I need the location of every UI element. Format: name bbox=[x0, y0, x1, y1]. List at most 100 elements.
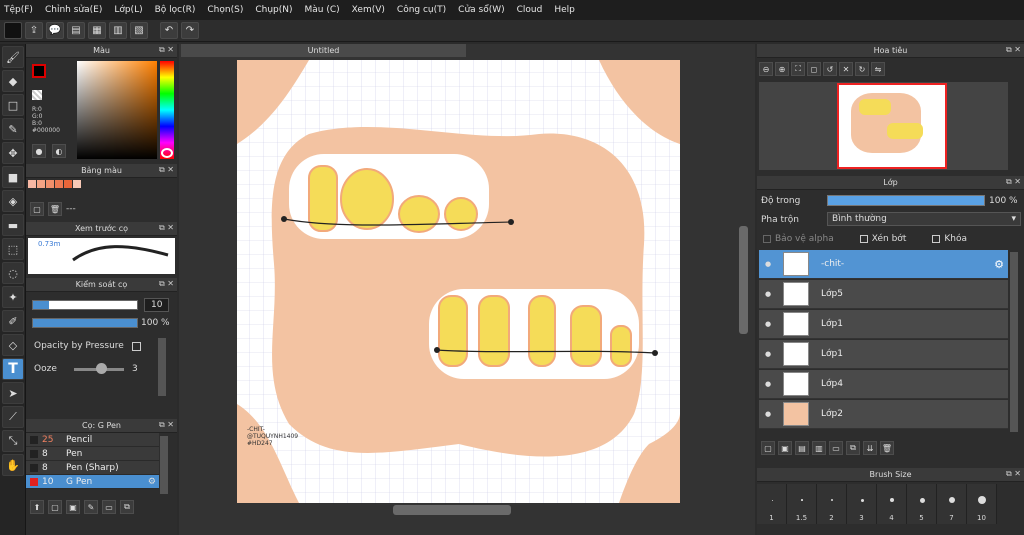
new-layer-8bit-icon[interactable]: ▣ bbox=[778, 441, 792, 455]
brush-list-scrollbar[interactable] bbox=[160, 436, 168, 494]
brush-add-icon[interactable]: ⬆ bbox=[30, 500, 44, 514]
palette-swatch[interactable] bbox=[55, 180, 63, 188]
menu-item[interactable]: Xem(V) bbox=[352, 5, 385, 15]
visibility-icon[interactable]: ● bbox=[759, 380, 777, 388]
menu-item[interactable]: Chọn(S) bbox=[207, 5, 243, 15]
ooze-slider-handle[interactable] bbox=[96, 363, 107, 374]
text-tool-icon[interactable]: T bbox=[2, 358, 24, 380]
swap-color-icon[interactable]: ● bbox=[32, 144, 46, 158]
brush-opacity-slider[interactable] bbox=[32, 318, 138, 328]
layer-row[interactable]: ● Lớp2 bbox=[759, 400, 1008, 429]
palette-swatch[interactable] bbox=[64, 180, 72, 188]
new-layer-icon[interactable]: ▢ bbox=[761, 441, 775, 455]
note-icon[interactable]: ▤ bbox=[67, 22, 85, 39]
reset-color-icon[interactable]: ◐ bbox=[52, 144, 66, 158]
select-pen-tool-icon[interactable]: ✐ bbox=[2, 310, 24, 332]
fit-icon[interactable]: ⛶ bbox=[791, 62, 805, 76]
shape-tool-icon[interactable]: □ bbox=[2, 94, 24, 116]
brush-list-item[interactable]: 10 G Pen ⚙ bbox=[26, 475, 159, 489]
new-palette-icon[interactable]: ▢ bbox=[30, 202, 44, 216]
comment-icon[interactable]: 💬 bbox=[46, 22, 64, 39]
navigator-preview[interactable] bbox=[759, 82, 1008, 170]
lasso-tool-icon[interactable]: ◌ bbox=[2, 262, 24, 284]
visibility-icon[interactable]: ● bbox=[759, 320, 777, 328]
layer-row[interactable]: ● -chit- ⚙ bbox=[759, 250, 1008, 279]
brush-size-option[interactable]: 1 bbox=[757, 484, 787, 524]
panel-close-icon[interactable]: ⧉ ✕ bbox=[1006, 469, 1021, 479]
brush-list-item[interactable]: 25 Pencil bbox=[26, 433, 159, 447]
brush-edit-icon[interactable]: ✎ bbox=[84, 500, 98, 514]
protect-alpha-option[interactable]: Bảo vệ alpha bbox=[763, 234, 834, 244]
divide-tool-icon[interactable]: ⟋ bbox=[2, 406, 24, 428]
eyedropper-tool-icon[interactable]: ⤡ bbox=[2, 430, 24, 452]
rotate-left-icon[interactable]: ↺ bbox=[823, 62, 837, 76]
redo-icon[interactable]: ↷ bbox=[181, 22, 199, 39]
saturation-value-square[interactable] bbox=[77, 61, 157, 159]
share-icon[interactable]: ⇪ bbox=[25, 22, 43, 39]
menu-item[interactable]: Tệp(F) bbox=[4, 5, 33, 15]
gradient-tool-icon[interactable]: ▬ bbox=[2, 214, 24, 236]
visibility-icon[interactable]: ● bbox=[759, 260, 777, 268]
pen-tool-icon[interactable]: ✎ bbox=[2, 118, 24, 140]
brush-size-option[interactable]: 1.5 bbox=[787, 484, 817, 524]
brush-copy-icon[interactable]: ▣ bbox=[66, 500, 80, 514]
fill-rect-tool-icon[interactable]: ■ bbox=[2, 166, 24, 188]
brush-size-value[interactable]: 10 bbox=[144, 298, 170, 312]
snap-icon[interactable]: ▥ bbox=[109, 22, 127, 39]
visibility-icon[interactable]: ● bbox=[759, 290, 777, 298]
brush-size-option[interactable]: 4 bbox=[877, 484, 907, 524]
add-image-icon[interactable]: ▥ bbox=[812, 441, 826, 455]
layer-opacity-slider[interactable] bbox=[827, 195, 985, 206]
operation-tool-icon[interactable]: ➤ bbox=[2, 382, 24, 404]
palette-swatch[interactable] bbox=[37, 180, 45, 188]
undo-icon[interactable]: ↶ bbox=[160, 22, 178, 39]
eraser-tool-icon[interactable]: ◆ bbox=[2, 70, 24, 92]
delete-palette-icon[interactable]: 🗑 bbox=[48, 202, 62, 216]
panel-close-icon[interactable]: ⧉ ✕ bbox=[1006, 45, 1021, 55]
brush-duplicate-icon[interactable]: ⧉ bbox=[120, 500, 134, 514]
brush-list-item[interactable]: 8 Pen (Sharp) bbox=[26, 461, 159, 475]
drawing-canvas[interactable] bbox=[179, 44, 755, 535]
layer-row[interactable]: ● Lớp1 bbox=[759, 340, 1008, 369]
brush-control-scrollbar[interactable] bbox=[158, 338, 166, 396]
zoom-in-icon[interactable]: ⊕ bbox=[775, 62, 789, 76]
layer-row[interactable]: ● Lớp5 bbox=[759, 280, 1008, 309]
transparent-color[interactable] bbox=[32, 90, 42, 100]
brush-new-icon[interactable]: ▢ bbox=[48, 500, 62, 514]
select-eraser-tool-icon[interactable]: ◇ bbox=[2, 334, 24, 356]
panel-close-icon[interactable]: ⧉ ✕ bbox=[159, 165, 174, 175]
layer-row[interactable]: ● Lớp1 bbox=[759, 310, 1008, 339]
brush-size-option[interactable]: 5 bbox=[907, 484, 937, 524]
menu-item[interactable]: Bộ lọc(R) bbox=[155, 5, 196, 15]
panel-close-icon[interactable]: ⧉ ✕ bbox=[159, 45, 174, 55]
menu-item[interactable]: Màu (C) bbox=[305, 5, 340, 15]
move-tool-icon[interactable]: ✥ bbox=[2, 142, 24, 164]
filter-icon[interactable]: ▧ bbox=[130, 22, 148, 39]
brush-size-slider[interactable] bbox=[32, 300, 138, 310]
panel-close-icon[interactable]: ⧉ ✕ bbox=[159, 279, 174, 289]
panel-close-icon[interactable]: ⧉ ✕ bbox=[159, 223, 174, 233]
brush-size-option[interactable]: 3 bbox=[847, 484, 877, 524]
menu-item[interactable]: Chụp(N) bbox=[255, 5, 292, 15]
palette-swatch[interactable] bbox=[46, 180, 54, 188]
brush-size-option[interactable]: 7 bbox=[937, 484, 967, 524]
panel-close-icon[interactable]: ⧉ ✕ bbox=[159, 420, 174, 430]
visibility-icon[interactable]: ● bbox=[759, 350, 777, 358]
vertical-scrollbar[interactable] bbox=[739, 226, 748, 334]
new-folder-icon[interactable]: ▭ bbox=[829, 441, 843, 455]
rect-select-tool-icon[interactable]: ⬚ bbox=[2, 238, 24, 260]
menu-item[interactable]: Công cụ(T) bbox=[397, 5, 446, 15]
menu-item[interactable]: Help bbox=[554, 5, 575, 15]
brush-size-option[interactable]: 2 bbox=[817, 484, 847, 524]
zoom-out-icon[interactable]: ⊖ bbox=[759, 62, 773, 76]
color-swatch-button[interactable] bbox=[4, 22, 22, 39]
lock-option[interactable]: Khóa bbox=[932, 234, 967, 244]
horizontal-scrollbar[interactable] bbox=[393, 505, 511, 515]
rotate-right-icon[interactable]: ↻ bbox=[855, 62, 869, 76]
brush-tool-icon[interactable]: 🖌 bbox=[2, 46, 24, 68]
bucket-tool-icon[interactable]: ◈ bbox=[2, 190, 24, 212]
grid-icon[interactable]: ▦ bbox=[88, 22, 106, 39]
delete-layer-icon[interactable]: 🗑 bbox=[880, 441, 894, 455]
merge-layer-icon[interactable]: ⇊ bbox=[863, 441, 877, 455]
reset-rotate-icon[interactable]: ✕ bbox=[839, 62, 853, 76]
